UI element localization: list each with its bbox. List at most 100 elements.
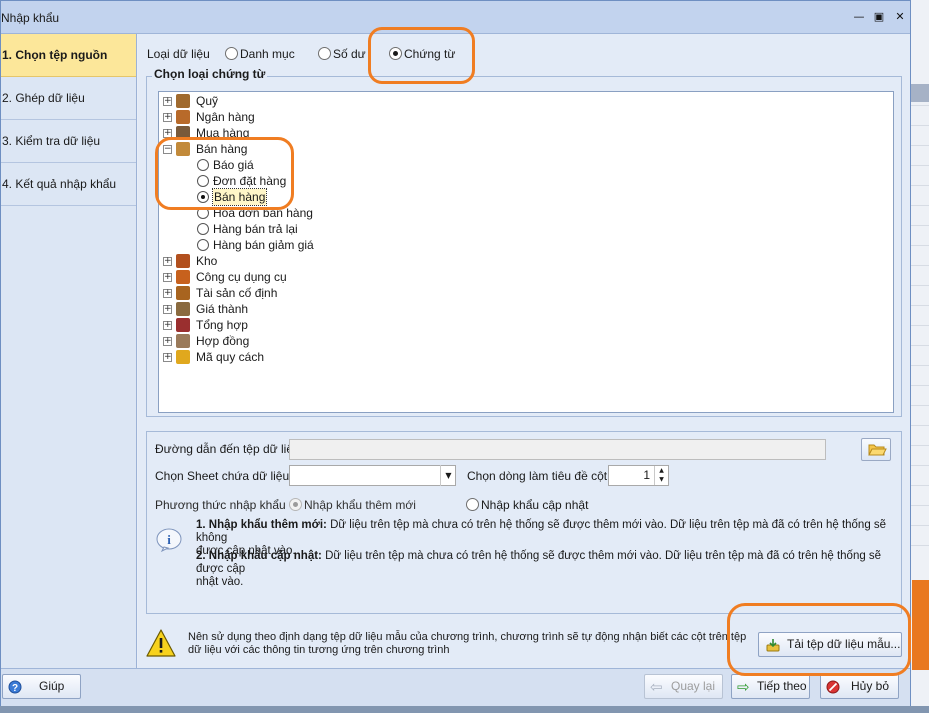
radio-balance-label[interactable]: Số dư bbox=[333, 47, 366, 61]
svg-text:?: ? bbox=[12, 683, 18, 694]
back-button[interactable]: ⇦ Quay lại bbox=[644, 674, 723, 699]
cash-icon bbox=[176, 94, 190, 108]
tree-child-label: Hàng bán giảm giá bbox=[213, 238, 314, 252]
tree-node-bank[interactable]: + Ngân hàng bbox=[163, 109, 363, 125]
data-type-label: Loại dữ liệu bbox=[147, 47, 210, 61]
arrow-left-icon: ⇦ bbox=[650, 678, 663, 696]
radio-method-add-new[interactable] bbox=[289, 498, 302, 511]
tree-node-tools[interactable]: + Công cụ dụng cụ bbox=[163, 269, 363, 285]
template-warning-text: Nên sử dụng theo định dạng tệp dữ liệu m… bbox=[188, 631, 748, 657]
cancel-label: Hủy bỏ bbox=[851, 679, 890, 693]
minimize-icon[interactable]: — bbox=[851, 10, 867, 24]
expand-icon[interactable]: + bbox=[163, 113, 172, 122]
tools-icon bbox=[176, 270, 190, 284]
expand-icon[interactable]: + bbox=[163, 257, 172, 266]
expand-icon[interactable]: + bbox=[163, 305, 172, 314]
tree-node-label: Kho bbox=[196, 254, 218, 268]
expand-icon[interactable]: + bbox=[163, 97, 172, 106]
spinner-arrows-icon[interactable]: ▲ ▼ bbox=[654, 466, 668, 485]
svg-text:i: i bbox=[167, 532, 171, 547]
arrow-right-icon: ⇨ bbox=[737, 678, 750, 696]
expand-icon[interactable]: + bbox=[163, 337, 172, 346]
cost-icon bbox=[176, 302, 190, 316]
radio-method-add-new-label[interactable]: Nhập khẩu thêm mới bbox=[304, 498, 416, 512]
tree-node-label: Tổng hợp bbox=[196, 318, 248, 332]
summary-icon bbox=[176, 318, 190, 332]
browse-button[interactable] bbox=[861, 438, 891, 461]
expand-icon[interactable]: + bbox=[163, 321, 172, 330]
highlight-sales-node bbox=[155, 137, 294, 210]
radio-method-update-label[interactable]: Nhập khẩu cập nhật bbox=[481, 498, 588, 512]
tree-node-fixed-asset[interactable]: + Tài sản cố định bbox=[163, 285, 363, 301]
spec-code-icon bbox=[176, 350, 190, 364]
note-update-text-cont: nhật vào. bbox=[196, 576, 244, 588]
step-map-data[interactable]: 2. Ghép dữ liệu bbox=[1, 77, 136, 120]
cancel-button[interactable]: Hủy bỏ bbox=[820, 674, 899, 699]
step-import-result[interactable]: 4. Kết quả nhập khẩu bbox=[1, 163, 136, 206]
note-update: 2. Nhập khẩu cập nhật: Dữ liệu trên tệp … bbox=[196, 550, 896, 589]
expand-icon[interactable]: + bbox=[163, 353, 172, 362]
maximize-icon[interactable]: ▣ bbox=[871, 10, 887, 24]
tree-node-contract[interactable]: + Hợp đồng bbox=[163, 333, 363, 349]
file-path-label: Đường dẫn đến tệp dữ liệu bbox=[155, 442, 300, 456]
warning-icon bbox=[146, 629, 176, 657]
tree-node-fund[interactable]: + Quỹ bbox=[163, 93, 363, 109]
tree-node-label: Tài sản cố định bbox=[196, 286, 278, 300]
header-row-label: Chọn dòng làm tiêu đề cột bbox=[467, 469, 608, 483]
highlight-voucher-option bbox=[368, 27, 475, 84]
background-grid-header bbox=[910, 84, 929, 102]
back-label: Quay lại bbox=[671, 679, 716, 693]
radio-catalog[interactable] bbox=[225, 47, 238, 60]
note-add-new-title: 1. Nhập khẩu thêm mới: bbox=[196, 519, 327, 531]
cancel-icon bbox=[826, 680, 840, 694]
background-taskbar bbox=[0, 706, 929, 713]
tree-node-label: Công cụ dụng cụ bbox=[196, 270, 287, 284]
tree-node-spec-code[interactable]: + Mã quy cách bbox=[163, 349, 363, 365]
radio-method-update[interactable] bbox=[466, 498, 479, 511]
template-warning-line1: Nên sử dụng theo định dạng tệp dữ liệu m… bbox=[188, 631, 747, 643]
help-label: Giúp bbox=[39, 679, 65, 693]
help-button[interactable]: ? Giúp bbox=[2, 674, 81, 699]
tree-node-label: Giá thành bbox=[196, 302, 249, 316]
method-label: Phương thức nhập khẩu bbox=[155, 498, 286, 512]
template-warning-line2: dữ liệu với các thông tin tương ứng trên… bbox=[188, 644, 450, 656]
voucher-group-title: Chọn loại chứng từ bbox=[152, 67, 268, 81]
radio-catalog-label[interactable]: Danh mục bbox=[240, 47, 295, 61]
tree-node-summary[interactable]: + Tổng hợp bbox=[163, 317, 363, 333]
tree-node-warehouse[interactable]: + Kho bbox=[163, 253, 363, 269]
tree-child-label: Hàng bán trả lại bbox=[213, 222, 298, 236]
file-path-input[interactable] bbox=[289, 439, 826, 460]
step-choose-source[interactable]: 1. Chọn tệp nguồn bbox=[1, 34, 136, 77]
background-orange-panel bbox=[912, 580, 929, 670]
tree-child-sales-discount[interactable]: Hàng bán giảm giá bbox=[197, 237, 397, 253]
tree-node-label: Quỹ bbox=[196, 94, 219, 108]
main-panel: Loại dữ liệu Danh mục Số dư Chứng từ Chọ… bbox=[138, 34, 910, 668]
folder-icon bbox=[868, 444, 887, 456]
expand-icon[interactable]: + bbox=[163, 289, 172, 298]
next-label: Tiếp theo bbox=[757, 679, 807, 693]
chevron-down-icon[interactable]: ▼ bbox=[440, 465, 456, 486]
warehouse-icon bbox=[176, 254, 190, 268]
expand-icon[interactable]: + bbox=[163, 273, 172, 282]
step-check-data[interactable]: 3. Kiểm tra dữ liệu bbox=[1, 120, 136, 163]
tree-node-label: Mã quy cách bbox=[196, 350, 265, 364]
tree-node-cost[interactable]: + Giá thành bbox=[163, 301, 363, 317]
wizard-steps: 1. Chọn tệp nguồn 2. Ghép dữ liệu 3. Kiể… bbox=[1, 34, 137, 668]
radio-sales-discount[interactable] bbox=[197, 239, 209, 251]
contract-icon bbox=[176, 334, 190, 348]
close-icon[interactable]: ✕ bbox=[892, 10, 908, 24]
info-icon: i bbox=[156, 528, 182, 552]
fixed-asset-icon bbox=[176, 286, 190, 300]
bank-icon bbox=[176, 110, 190, 124]
radio-balance[interactable] bbox=[318, 47, 331, 60]
tree-node-label: Ngân hàng bbox=[196, 110, 255, 124]
next-button[interactable]: ⇨ Tiếp theo bbox=[731, 674, 810, 699]
tree-child-sales-return[interactable]: Hàng bán trả lại bbox=[197, 221, 397, 237]
import-dialog: Nhập khẩu — ▣ ✕ 1. Chọn tệp nguồn 2. Ghé… bbox=[0, 0, 911, 706]
sheet-select[interactable] bbox=[289, 465, 456, 486]
highlight-download-template bbox=[727, 603, 911, 676]
sheet-label: Chọn Sheet chứa dữ liệu bbox=[155, 469, 290, 483]
radio-sales-return[interactable] bbox=[197, 223, 209, 235]
window-title: Nhập khẩu bbox=[1, 11, 60, 25]
help-icon: ? bbox=[8, 680, 22, 694]
